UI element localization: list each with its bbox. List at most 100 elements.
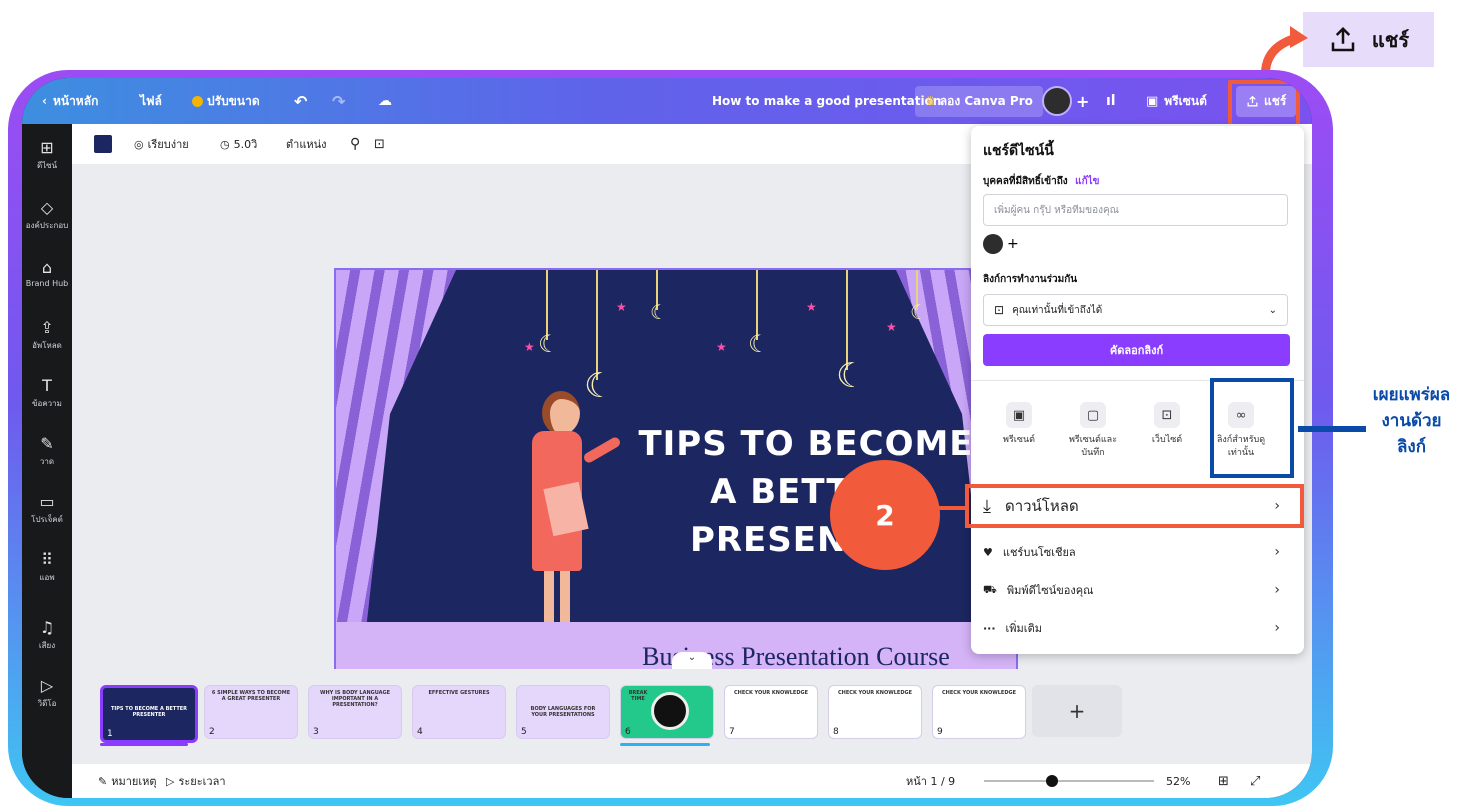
design-title[interactable]: How to make a good presentation (712, 78, 941, 124)
fullscreen-icon[interactable]: ⤢ (1250, 764, 1260, 798)
access-select[interactable]: ⊡ คุณเท่านั้นที่เข้าถึงได้ ⌄ (983, 294, 1288, 326)
copy-link-button[interactable]: คัดลอกลิงก์ (983, 334, 1290, 366)
avatar (983, 234, 1003, 254)
page-thumbnail-4[interactable]: EFFECTIVE GESTURES 4 (412, 685, 506, 739)
share-social-row[interactable]: ♥ แชร์บนโซเชียล › (983, 534, 1288, 570)
duration-button[interactable]: ◷ 5.0วิ (220, 124, 257, 164)
left-sidebar: ⊞ ดีไซน์ ◇ องค์ประกอบ ⌂ Brand Hub ⇪ อัพโหลด … (22, 124, 72, 798)
present-icon: ▣ (1146, 93, 1159, 109)
draw-icon: ✎ (40, 434, 54, 453)
share-panel-heading: แชร์ดีไซน์นี้ (983, 143, 1054, 159)
page-thumbnail-1[interactable]: TIPS TO BECOME A BETTER PRESENTER 1 (100, 685, 198, 743)
lock-icon[interactable]: ⊡ (374, 124, 385, 164)
bottom-bar: ✎ หมายเหตุ ▷ ระยะเวลา หน้า 1 / 9 52% ⊞ ⤢ (72, 764, 1312, 798)
step-connector (935, 506, 965, 510)
access-edit-link[interactable]: แก้ไข (1075, 176, 1099, 187)
print-row[interactable]: ⛟ พิมพ์ดีไซน์ของคุณ › (983, 572, 1288, 608)
sidebar-item-draw[interactable]: ✎ วาด (22, 434, 72, 468)
page-thumbnail-5[interactable]: BODY LANGUAGES FOR YOUR PRESENTATIONS 5 (516, 685, 610, 739)
lock-icon: ⊡ (994, 303, 1005, 317)
design-icon: ⊞ (40, 138, 54, 157)
add-people-input[interactable]: เพิ่มผู้คน กรุ๊ป หรือทีมของคุณ (983, 194, 1288, 226)
add-icon: + (1007, 236, 1019, 252)
video-icon: ▷ (40, 676, 54, 695)
more-row[interactable]: ··· เพิ่มเติม › (983, 610, 1288, 646)
sidebar-item-elements[interactable]: ◇ องค์ประกอบ (22, 198, 72, 232)
notes-icon: ✎ (98, 774, 108, 788)
zoom-slider-thumb[interactable] (1046, 775, 1059, 787)
step-badge: 2 (830, 460, 940, 570)
slide-subtitle[interactable]: Business Presentation Course (586, 642, 1006, 672)
chevron-right-icon: › (1274, 544, 1280, 560)
collaborator-avatars[interactable]: + (983, 234, 1019, 254)
website-option[interactable]: ⊡ เว็บไซต์ (1137, 402, 1197, 447)
redo-icon[interactable]: ↷ (332, 78, 345, 124)
crown-icon (192, 95, 203, 107)
sidebar-item-brand-hub[interactable]: ⌂ Brand Hub (22, 258, 72, 288)
grid-view-icon[interactable]: ⊞ (1218, 764, 1229, 798)
truck-icon: ⛟ (983, 582, 997, 596)
page-thumbnail-7[interactable]: CHECK YOUR KNOWLEDGE 7 (724, 685, 818, 739)
page-thumbnail-9[interactable]: CHECK YOUR KNOWLEDGE 9 (932, 685, 1026, 739)
share-callout-label: แชร์ (1371, 27, 1410, 52)
add-people-icon: + (1076, 91, 1090, 111)
avatar-group[interactable]: + (1042, 78, 1089, 124)
sidebar-item-apps[interactable]: ⠿ แอพ (22, 550, 72, 584)
timer-icon: ▷ (166, 774, 175, 788)
editor-window: ‹ หน้าหลัก ไฟล์ ปรับขนาด ↶ ↷ ☁ How to mak… (22, 78, 1312, 798)
page-indicator[interactable]: หน้า 1 / 9 (906, 764, 955, 798)
present-icon: ▣ (1006, 402, 1032, 428)
present-option[interactable]: ▣ พรีเซนต์ (989, 402, 1049, 447)
try-canva-pro-button[interactable]: ♛ ลอง Canva Pro (915, 78, 1043, 124)
collapse-filmstrip-icon[interactable]: ⌄ (672, 652, 712, 670)
page-thumbnail-8[interactable]: CHECK YOUR KNOWLEDGE 8 (828, 685, 922, 739)
sidebar-item-video[interactable]: ▷ วิดีโอ (22, 676, 72, 710)
animate-button[interactable]: ◎ เรียบง่าย (134, 124, 189, 164)
share-highlight-box (1228, 80, 1300, 128)
add-page-button[interactable]: + (1032, 685, 1122, 737)
position-button[interactable]: ตำแหน่ง (286, 124, 327, 164)
color-swatch[interactable] (94, 124, 112, 164)
audio-icon: ♫ (39, 618, 55, 637)
zoom-slider[interactable] (984, 775, 1154, 787)
timer-button[interactable]: ▷ ระยะเวลา (166, 764, 226, 798)
clock-illustration (651, 692, 689, 730)
back-chevron-icon: ‹ (42, 94, 47, 108)
animate-icon: ◎ (134, 137, 144, 151)
view-link-highlight-box (1210, 378, 1294, 478)
paint-format-icon[interactable]: ⚲ (350, 124, 360, 164)
page-thumbnail-3[interactable]: WHY IS BODY LANGUAGE IMPORTANT IN A PRES… (308, 685, 402, 739)
hanging-decorations: ☾ ☾ ☾ ☾ ☾ ☾ ★ ★ ★ ★ ★ (516, 270, 976, 406)
page-filmstrip: TIPS TO BECOME A BETTER PRESENTER 1 6 SIM… (72, 669, 1312, 764)
present-button[interactable]: ▣ พรีเซนต์ (1146, 78, 1207, 124)
insights-icon[interactable]: ıl (1106, 78, 1116, 124)
sidebar-item-projects[interactable]: ▭ โปรเจ็คต์ (22, 492, 72, 526)
projects-icon: ▭ (39, 492, 55, 511)
clock-icon: ◷ (220, 137, 230, 151)
crown-icon: ♛ (925, 93, 936, 108)
sidebar-item-design[interactable]: ⊞ ดีไซน์ (22, 138, 72, 172)
file-menu[interactable]: ไฟล์ (140, 78, 162, 124)
more-icon: ··· (983, 621, 996, 635)
current-page-indicator (100, 743, 188, 746)
cloud-save-icon[interactable]: ☁ (378, 78, 392, 124)
sidebar-item-text[interactable]: T ข้อความ (22, 376, 72, 410)
home-link[interactable]: ‹ หน้าหลัก (42, 78, 98, 124)
sidebar-item-uploads[interactable]: ⇪ อัพโหลด (22, 318, 72, 352)
website-icon: ⊡ (1154, 402, 1180, 428)
present-record-option[interactable]: ▢ พรีเซนต์และบันทึก (1063, 402, 1123, 460)
heart-icon: ♥ (983, 545, 993, 559)
sidebar-item-audio[interactable]: ♫ เสียง (22, 618, 72, 652)
elements-icon: ◇ (40, 198, 54, 217)
page-thumbnail-2[interactable]: 6 SIMPLE WAYS TO BECOME A GREAT PRESENTE… (204, 685, 298, 739)
notes-button[interactable]: ✎ หมายเหตุ (98, 764, 157, 798)
text-icon: T (42, 376, 52, 395)
download-highlight-box (965, 484, 1304, 528)
collab-link-label: ลิงก์การทำงานร่วมกัน (983, 274, 1078, 285)
page-thumbnail-6[interactable]: BREAK TIME 6 (620, 685, 714, 739)
resize-menu[interactable]: ปรับขนาด (192, 78, 260, 124)
avatar (1042, 86, 1072, 116)
zoom-level[interactable]: 52% (1166, 764, 1190, 798)
share-upload-icon (1331, 26, 1355, 51)
undo-icon[interactable]: ↶ (294, 78, 307, 124)
